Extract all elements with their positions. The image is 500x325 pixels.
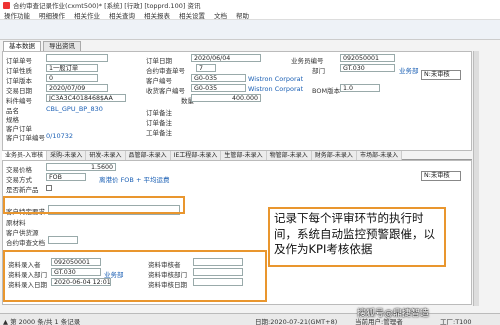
tab-attach[interactable]: 导出资讯	[43, 41, 81, 51]
app-logo-icon	[3, 1, 10, 9]
ship-to-field[interactable]: G0-035	[191, 84, 246, 92]
app-window: 合约审查记录作业(cxmt500)* [系统] [行政] [topprd.100…	[0, 0, 500, 325]
new-product-checkbox[interactable]	[46, 185, 52, 191]
menu-item-detail[interactable]: 明细操作	[39, 10, 65, 20]
tab-basic[interactable]: 基本数据	[3, 41, 41, 51]
order-date-field[interactable]: 2020/06/04	[191, 54, 261, 62]
subtab-sales[interactable]: 业务员-入审核	[2, 151, 48, 160]
order-ver-label: 订单版本	[6, 77, 32, 85]
supply-label: 客户供货源	[6, 229, 39, 237]
material-label: 原材料	[6, 219, 26, 227]
cust-order-no-label: 客户订单编号	[6, 134, 45, 142]
trade-terms-select[interactable]: FOB	[46, 173, 86, 181]
trade-terms-label: 交易方式	[6, 176, 32, 184]
order-ver-field[interactable]: 0	[46, 74, 98, 82]
exchange-rate-field[interactable]: 1.5600	[46, 163, 116, 171]
watermark: 搜狐号@鼎捷智造	[357, 309, 430, 319]
part-no-label: 料件编号	[6, 97, 32, 105]
status-factory: 工厂:T100	[440, 318, 472, 325]
window-title: 合约审查记录作业(cxmt500)* [系统] [行政] [topprd.100…	[13, 2, 201, 10]
subtab-rd[interactable]: 研发-未录入	[86, 151, 126, 160]
work-label: 工单备注	[146, 129, 172, 137]
trans-date-label: 交易日期	[6, 87, 32, 95]
menu-item-operation[interactable]: 操作功能	[4, 10, 30, 20]
menu-item-related-ops[interactable]: 相关作业	[74, 10, 100, 20]
highlight-entry-info	[3, 250, 267, 302]
memo-label: 订单备注	[146, 119, 172, 127]
sales-no-label: 业务员编号	[291, 57, 324, 65]
product-name: CBL_GPU_BP_830	[46, 105, 103, 113]
subtab-mc[interactable]: 物管部-未录入	[266, 151, 312, 160]
vertical-scrollbar[interactable]	[473, 51, 479, 306]
main-tabs: 基本数据 导出资讯	[3, 41, 81, 51]
menu-item-related-report[interactable]: 相关报表	[144, 10, 170, 20]
contract-req-field[interactable]	[48, 236, 78, 244]
contract-no-label: 合约审查单号	[146, 67, 185, 75]
subtab-ie[interactable]: IE工程部-未录入	[170, 151, 222, 160]
menu-item-help[interactable]: 帮助	[236, 10, 249, 20]
status-date: 日期:2020-07-21(GMT+8)	[255, 318, 338, 325]
bom-field[interactable]: 1.0	[340, 84, 380, 92]
customer-no-label: 客户编号	[146, 77, 172, 85]
highlight-special-req	[3, 196, 185, 214]
exchange-rate-label: 交易价格	[6, 166, 32, 174]
dept-field[interactable]: GT.030	[340, 64, 395, 72]
customer-no-field[interactable]: G0-035	[191, 74, 246, 82]
menu-item-docs[interactable]: 文档	[214, 10, 227, 20]
annotation-callout: 记录下每个评审环节的执行时间，系统自动监控预警跟催，以及作为KPI考核依据	[268, 207, 446, 267]
header-panel: 订单单号 订单日期 2020/06/04 业务员编号 092050001 订单性…	[2, 51, 472, 151]
record-counter: ▲ 第 2000 条/共 1 条记录	[3, 318, 81, 325]
menu-item-settings[interactable]: 相关设置	[179, 10, 205, 20]
customer-name: Wistron Corporat	[248, 75, 304, 83]
trans-date-field[interactable]: 2020/07/09	[46, 84, 108, 92]
order-type-label: 订单性质	[6, 67, 32, 75]
toolbar	[0, 20, 500, 40]
menu-item-related-query[interactable]: 相关查询	[109, 10, 135, 20]
subtab-purchase[interactable]: 采购-未录入	[47, 151, 87, 160]
part-no-field[interactable]: JC3A3C4018468$AA	[46, 94, 126, 102]
subtab-finance[interactable]: 财务部-未录入	[311, 151, 357, 160]
subtab-qc[interactable]: 品管部-未录入	[125, 151, 171, 160]
dept-link[interactable]: 业务部	[399, 65, 419, 75]
special-label: 是否新产品	[6, 186, 39, 194]
menu-bar: 操作功能 明细操作 相关作业 相关查询 相关报表 相关设置 文档 帮助	[0, 10, 500, 20]
dept-label: 部门	[312, 67, 325, 75]
contract-no-field[interactable]: 7	[196, 64, 216, 72]
review-subtabs: 业务员-入审核 采购-未录入 研发-未录入 品管部-未录入 IE工程部-未录入 …	[2, 151, 472, 160]
remark-label: 订单备注	[146, 109, 172, 117]
order-no-field[interactable]	[46, 54, 108, 62]
bom-label: BOM版本	[312, 87, 341, 95]
title-bar: 合约审查记录作业(cxmt500)* [系统] [行政] [topprd.100…	[0, 0, 500, 10]
trade-terms-link: 离港价 FOB + 平均运费	[99, 176, 170, 184]
order-no-label: 订单单号	[6, 57, 32, 65]
qty-field[interactable]: 400.000	[191, 94, 261, 102]
ship-to-name: Wistron Corporat	[248, 85, 304, 93]
approval-status: N:未审核	[421, 70, 461, 80]
highlight-connector	[178, 196, 181, 198]
order-type-select[interactable]: 1一般订单	[46, 64, 98, 72]
approval-status-2: N:未审核	[421, 171, 461, 181]
order-date-label: 订单日期	[146, 57, 172, 65]
sales-no-field[interactable]: 092050001	[340, 54, 395, 62]
subtab-pmc[interactable]: 生管部-未录入	[221, 151, 267, 160]
cust-order-no[interactable]: 0/10732	[46, 132, 73, 140]
subtab-market[interactable]: 市场部-未录入	[356, 151, 403, 160]
ship-to-label: 收货客户编号	[146, 87, 185, 95]
contract-req-label: 合约审查文档	[6, 239, 45, 247]
